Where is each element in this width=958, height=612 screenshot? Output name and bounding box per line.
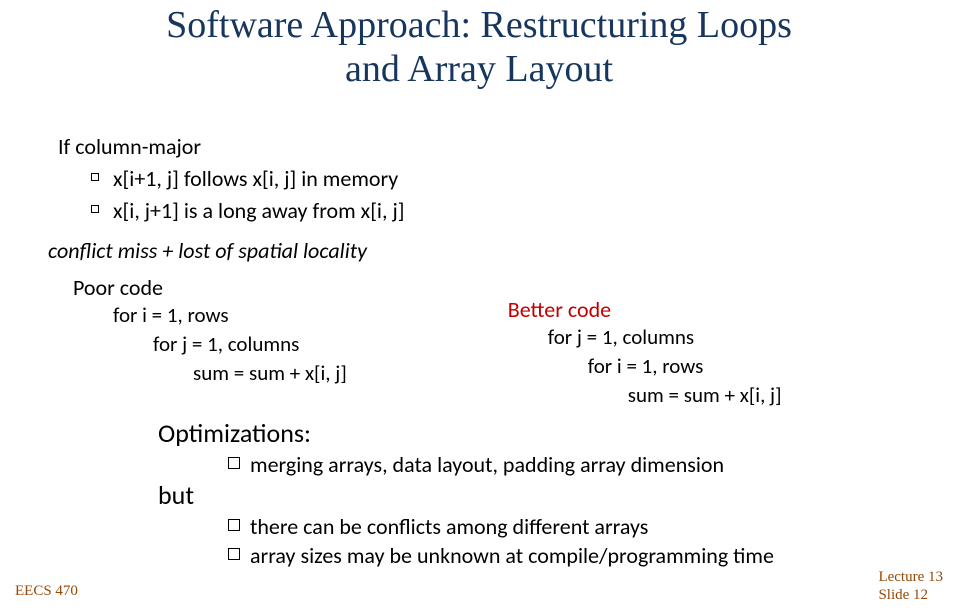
but-head: but [158,479,903,511]
intro-line: If column-major [58,132,903,163]
bullet-item: x[i+1, j] follows x[i, j] in memory [58,163,903,195]
slide-body: If column-major x[i+1, j] follows x[i, j… [58,132,903,571]
optimizations-head: Optimizations: [158,417,903,449]
better-code-line: for i = 1, rows [508,352,903,381]
footer-course: EECS 470 [15,583,78,600]
better-code-line: for j = 1, columns [508,323,903,352]
better-code-line: sum = sum + x[i, j] [508,381,903,410]
optimization-item: merging arrays, data layout, padding arr… [228,451,903,480]
but-item: there can be conflicts among different a… [228,513,903,542]
poor-code-column: Poor code for i = 1, rows for j = 1, col… [58,274,508,411]
optimizations-list: merging arrays, data layout, padding arr… [228,451,903,480]
column-major-bullets: x[i+1, j] follows x[i, j] in memory x[i,… [58,163,903,227]
better-code-head: Better code [508,296,903,323]
slide-title: Software Approach: Restructuring Loops a… [0,0,958,91]
bullet-item: x[i, j+1] is a long away from x[i, j] [58,195,903,227]
poor-code-head: Poor code [73,274,508,301]
but-item: array sizes may be unknown at compile/pr… [228,542,903,571]
title-line-1: Software Approach: Restructuring Loops [166,4,792,46]
poor-code-line: for j = 1, columns [73,330,508,359]
better-code-column: Better code for j = 1, columns for i = 1… [508,274,903,411]
footer-slide-info: Lecture 13 Slide 12 [878,568,943,604]
poor-code-line: for i = 1, rows [73,301,508,330]
title-line-2: and Array Layout [345,48,613,90]
but-list: there can be conflicts among different a… [228,513,903,570]
code-columns: Poor code for i = 1, rows for j = 1, col… [58,274,903,411]
poor-code-line: sum = sum + x[i, j] [73,359,508,388]
slide: Software Approach: Restructuring Loops a… [0,0,958,612]
footer-slide: Slide 12 [878,587,928,603]
footer-lecture: Lecture 13 [878,569,943,585]
conflict-note: conflict miss + lost of spatial locality [48,237,903,264]
